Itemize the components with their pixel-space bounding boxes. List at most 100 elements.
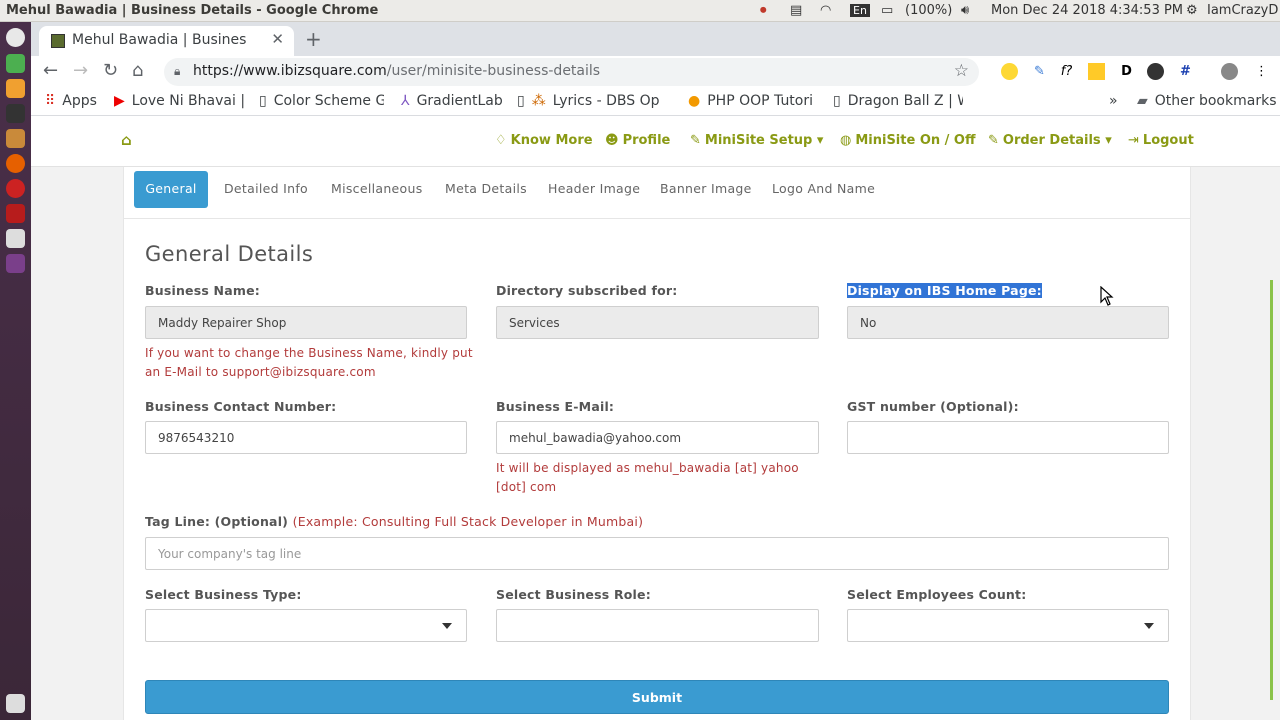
apps-grid-icon: ⠿	[45, 93, 56, 109]
filezilla-icon[interactable]	[6, 204, 25, 223]
info-circle-icon: ●	[688, 93, 701, 109]
nav-minisite-setup[interactable]: ✎ MiniSite Setup ▾	[690, 133, 823, 148]
bookmark-item[interactable]: ▯ Dragon Ball Z | W	[833, 93, 963, 109]
lyrics-icon: ⁂	[531, 93, 546, 109]
business-name-field[interactable]: Maddy Repairer Shop	[145, 306, 467, 339]
extension-d-icon[interactable]: D	[1118, 63, 1135, 80]
chrome-icon[interactable]	[6, 54, 25, 73]
extension-bulb-icon[interactable]	[1001, 63, 1018, 80]
bookmarks-bar: ⠿ Apps ▶ Love Ni Bhavai | ▯ Color Scheme G …	[31, 88, 1280, 116]
gradientlab-icon: ⅄	[401, 93, 410, 109]
os-top-panel: Mehul Bawadia | Business Details - Googl…	[0, 0, 1280, 22]
app-icon[interactable]	[6, 254, 25, 273]
extension-picker-icon[interactable]: ✎	[1031, 63, 1048, 80]
page-icon: ▯	[259, 93, 267, 109]
gst-field[interactable]	[847, 421, 1169, 454]
youtube-icon: ▶	[114, 93, 125, 109]
bookmark-item[interactable]: ▯ Color Scheme G	[259, 93, 384, 109]
page-title: General Details	[145, 242, 314, 266]
notes-icon[interactable]: ▤	[790, 3, 802, 18]
back-icon[interactable]: ←	[43, 60, 58, 81]
bookmark-star-icon[interactable]: ☆	[954, 61, 969, 81]
address-bar[interactable]: 🔒︎ https://www.ibizsquare.com/user/minis…	[164, 58, 979, 86]
email-label: Business E-Mail:	[496, 399, 615, 414]
bookmark-item[interactable]: ▶ Love Ni Bhavai |	[114, 93, 244, 109]
sublime-icon[interactable]	[6, 79, 25, 98]
directory-field[interactable]: Services	[496, 306, 819, 339]
extension-grid-icon[interactable]: #	[1177, 63, 1194, 80]
nav-order-details[interactable]: ✎ Order Details ▾	[988, 133, 1112, 148]
bookmark-item[interactable]: ⅄ GradientLab	[401, 93, 516, 109]
business-role-label: Select Business Role:	[496, 587, 651, 602]
dash-icon[interactable]	[6, 28, 25, 47]
nav-profile[interactable]: ☻ Profile	[605, 133, 670, 148]
browser-toolbar: ← → ↻ ⌂ 🔒︎ https://www.ibizsquare.com/us…	[31, 56, 1280, 88]
bookmark-item[interactable]: ● PHP OOP Tutori	[688, 93, 843, 109]
tagline-example: (Example: Consulting Full Stack Develope…	[292, 514, 644, 529]
employees-count-label: Select Employees Count:	[847, 587, 1027, 602]
tab-detailed-info[interactable]: Detailed Info	[224, 181, 308, 196]
display-home-label: Display on IBS Home Page:	[847, 283, 1042, 298]
battery-percent: (100%)	[905, 3, 953, 18]
extension-notes-icon[interactable]	[1088, 63, 1105, 80]
battery-icon[interactable]: ▭	[881, 3, 893, 18]
tab-close-icon[interactable]: ✕	[271, 30, 284, 48]
other-bookmarks[interactable]: ▰ Other bookmarks	[1137, 93, 1276, 109]
bookmark-apps[interactable]: ⠿ Apps	[45, 93, 97, 109]
tab-logo-and-name[interactable]: Logo And Name	[772, 181, 875, 196]
folder-icon: ▰	[1137, 93, 1148, 109]
profile-avatar[interactable]	[1221, 63, 1238, 80]
page-content: ⌂ ♢ Know More ☻ Profile ✎ MiniSite Setup ▾ …	[31, 117, 1280, 720]
bookmarks-overflow-icon[interactable]: »	[1109, 93, 1118, 109]
trash-icon[interactable]	[6, 694, 25, 713]
software-updater-icon[interactable]	[6, 229, 25, 248]
user-name[interactable]: IamCrazyD	[1207, 3, 1278, 18]
clock[interactable]: Mon Dec 24 2018 4:34:53 PM	[991, 3, 1183, 18]
tab-header-image[interactable]: Header Image	[548, 181, 640, 196]
nav-minisite-onoff[interactable]: ◍ MiniSite On / Off	[840, 133, 976, 148]
tab-meta-details[interactable]: Meta Details	[445, 181, 527, 196]
page-scrollbar[interactable]	[1270, 280, 1280, 700]
browser-tab[interactable]: Mehul Bawadia | Business ✕	[39, 26, 294, 56]
reload-icon[interactable]: ↻	[103, 60, 118, 81]
dropdown-caret-icon	[1144, 623, 1154, 629]
user-icon: ☻	[605, 133, 619, 148]
wifi-icon[interactable]: ◠	[820, 3, 831, 18]
url-text[interactable]: https://www.ibizsquare.com/user/minisite…	[193, 63, 600, 79]
home-nav-icon[interactable]: ⌂	[121, 131, 132, 149]
gst-label: GST number (Optional):	[847, 399, 1019, 414]
files-icon[interactable]	[6, 129, 25, 148]
contact-number-field[interactable]: 9876543210	[145, 421, 467, 454]
email-field[interactable]: mehul_bawadia@yahoo.com	[496, 421, 819, 454]
volume-icon[interactable]: 🔊︎	[961, 3, 969, 18]
tab-miscellaneous[interactable]: Miscellaneous	[331, 181, 423, 196]
record-icon[interactable]: ⏺	[760, 3, 767, 18]
extension-circle-icon[interactable]	[1147, 63, 1164, 80]
firefox-icon[interactable]	[6, 154, 25, 173]
keyboard-layout[interactable]: En	[850, 4, 870, 17]
extension-fontface-icon[interactable]: f?	[1058, 63, 1075, 80]
business-role-field[interactable]	[496, 609, 819, 642]
menu-kebab-icon[interactable]: ⋮	[1253, 63, 1270, 80]
settings-gear-icon[interactable]: ⚙	[1186, 3, 1198, 18]
tab-banner-image[interactable]: Banner Image	[660, 181, 752, 196]
tagline-label: Tag Line: (Optional) (Example: Consultin…	[145, 514, 644, 529]
tagline-field[interactable]: Your company's tag line	[145, 537, 1169, 570]
terminal-icon[interactable]	[6, 104, 25, 123]
wrench-icon: ✎	[690, 133, 701, 148]
details-card: General Detailed Info Miscellaneous Meta…	[123, 167, 1191, 720]
page-icon: ▯	[517, 93, 525, 109]
tab-general[interactable]: General	[134, 171, 208, 208]
display-home-field[interactable]: No	[847, 306, 1169, 339]
bookmark-item[interactable]: ▯ ⁂ Lyrics - DBS Op	[517, 93, 672, 109]
home-icon[interactable]: ⌂	[132, 60, 143, 81]
nav-logout[interactable]: ⇥ Logout	[1128, 133, 1194, 148]
business-type-select[interactable]	[145, 609, 467, 642]
submit-button[interactable]: Submit	[145, 680, 1169, 714]
nav-know-more[interactable]: ♢ Know More	[495, 133, 593, 148]
employees-count-select[interactable]	[847, 609, 1169, 642]
forward-icon[interactable]: →	[73, 60, 88, 81]
new-tab-icon[interactable]: +	[305, 27, 322, 51]
wrench-icon: ✎	[988, 133, 999, 148]
opera-icon[interactable]	[6, 179, 25, 198]
